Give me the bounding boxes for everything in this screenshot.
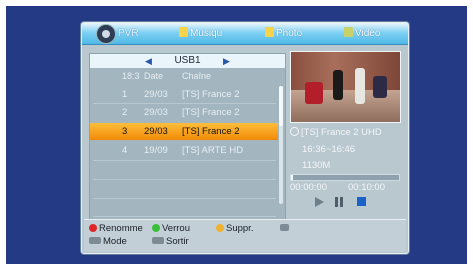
elapsed-time: 00:00:00: [290, 182, 327, 193]
column-header-date: Date: [144, 71, 164, 81]
playback-progress-fill: [291, 175, 294, 180]
source-selector[interactable]: ◀ USB1 ▶: [90, 54, 285, 68]
tab-music[interactable]: Musiqu: [179, 26, 222, 41]
recording-size: 1130M: [302, 160, 331, 171]
sort-key-icon: [280, 224, 289, 231]
video-preview: [290, 51, 401, 123]
column-header-time: 18:3: [122, 71, 140, 81]
row-number: 2: [122, 107, 128, 118]
yellow-button-icon: [216, 224, 224, 232]
green-button-icon: [152, 224, 160, 232]
lock-label: Verrou: [162, 223, 190, 234]
help-bar: Renomme Verrou Suppr. Mode Sortir: [84, 219, 406, 252]
row-channel: [TS] France 2: [182, 126, 240, 137]
red-button-icon: [89, 224, 97, 232]
playback-controls: [315, 196, 395, 208]
row-date: 29/03: [144, 89, 168, 100]
sort-hint[interactable]: [280, 223, 291, 235]
exit-label: Sortir: [166, 236, 189, 247]
disc-icon: [96, 24, 116, 44]
mode-hint[interactable]: Mode: [89, 236, 127, 248]
music-note-icon: [179, 27, 188, 37]
exit-hint[interactable]: Sortir: [152, 236, 189, 248]
divider: [93, 216, 276, 217]
exit-key-icon: [152, 237, 164, 244]
rename-hint[interactable]: Renomme: [89, 223, 143, 235]
column-header-channel: Chaîne: [182, 71, 212, 81]
row-number: 3: [122, 126, 128, 137]
right-arrow-icon[interactable]: ▶: [223, 54, 230, 68]
source-label: USB1: [174, 55, 201, 66]
recording-channel: [TS] France 2 UHD: [290, 127, 382, 138]
mode-label: Mode: [103, 236, 127, 247]
divider: [93, 160, 276, 161]
rename-label: Renomme: [99, 223, 143, 234]
row-number: 1: [122, 89, 128, 100]
film-icon: [344, 27, 353, 37]
delete-hint[interactable]: Suppr.: [216, 223, 253, 235]
divider: [93, 198, 276, 199]
tab-photo-label: Photo: [276, 28, 303, 39]
list-key-icon: [89, 237, 101, 244]
list-item[interactable]: 4 19/09 [TS] ARTE HD: [90, 142, 278, 159]
recording-channel-label: [TS] France 2 UHD: [301, 127, 382, 138]
tab-photo[interactable]: Photo: [265, 26, 302, 41]
total-time: 00:10:00: [348, 182, 385, 193]
media-player-window: PVR Musiqu Photo Vidéo ◀ USB1 ▶ 18:3 Dat…: [81, 22, 409, 254]
scrollbar[interactable]: [279, 86, 283, 204]
row-date: 29/03: [144, 107, 168, 118]
record-icon: [290, 127, 299, 136]
play-icon[interactable]: [315, 197, 324, 207]
list-item[interactable]: 2 29/03 [TS] France 2: [90, 104, 278, 121]
tab-bar: PVR Musiqu Photo Vidéo: [82, 23, 408, 45]
tab-pvr[interactable]: PVR: [118, 26, 139, 41]
list-item-selected[interactable]: 3 29/03 [TS] France 2: [90, 123, 278, 140]
row-channel: [TS] ARTE HD: [182, 145, 244, 156]
pause-icon[interactable]: [335, 197, 344, 207]
tab-pvr-label: PVR: [118, 28, 139, 39]
list-item[interactable]: 1 29/03 [TS] France 2: [90, 86, 278, 103]
scrollbar-thumb[interactable]: [279, 86, 283, 126]
stop-icon[interactable]: [357, 197, 366, 206]
lock-hint[interactable]: Verrou: [152, 223, 190, 235]
playback-progress[interactable]: [290, 174, 400, 181]
row-channel: [TS] France 2: [182, 89, 240, 100]
recording-list: ◀ USB1 ▶ 18:3 Date Chaîne 1 29/03 [TS] F…: [89, 53, 286, 232]
row-channel: [TS] France 2: [182, 107, 240, 118]
delete-label: Suppr.: [226, 223, 254, 234]
tab-video[interactable]: Vidéo: [344, 26, 380, 41]
tab-music-label: Musiqu: [190, 28, 223, 39]
list-header: 18:3 Date Chaîne: [90, 69, 285, 83]
row-date: 29/03: [144, 126, 168, 137]
recording-time-range: 16:36~16:46: [302, 144, 356, 155]
row-number: 4: [122, 145, 128, 156]
photo-icon: [265, 27, 274, 37]
row-date: 19/09: [144, 145, 168, 156]
left-arrow-icon[interactable]: ◀: [145, 54, 152, 68]
divider: [93, 179, 276, 180]
tab-video-label: Vidéo: [355, 28, 381, 39]
